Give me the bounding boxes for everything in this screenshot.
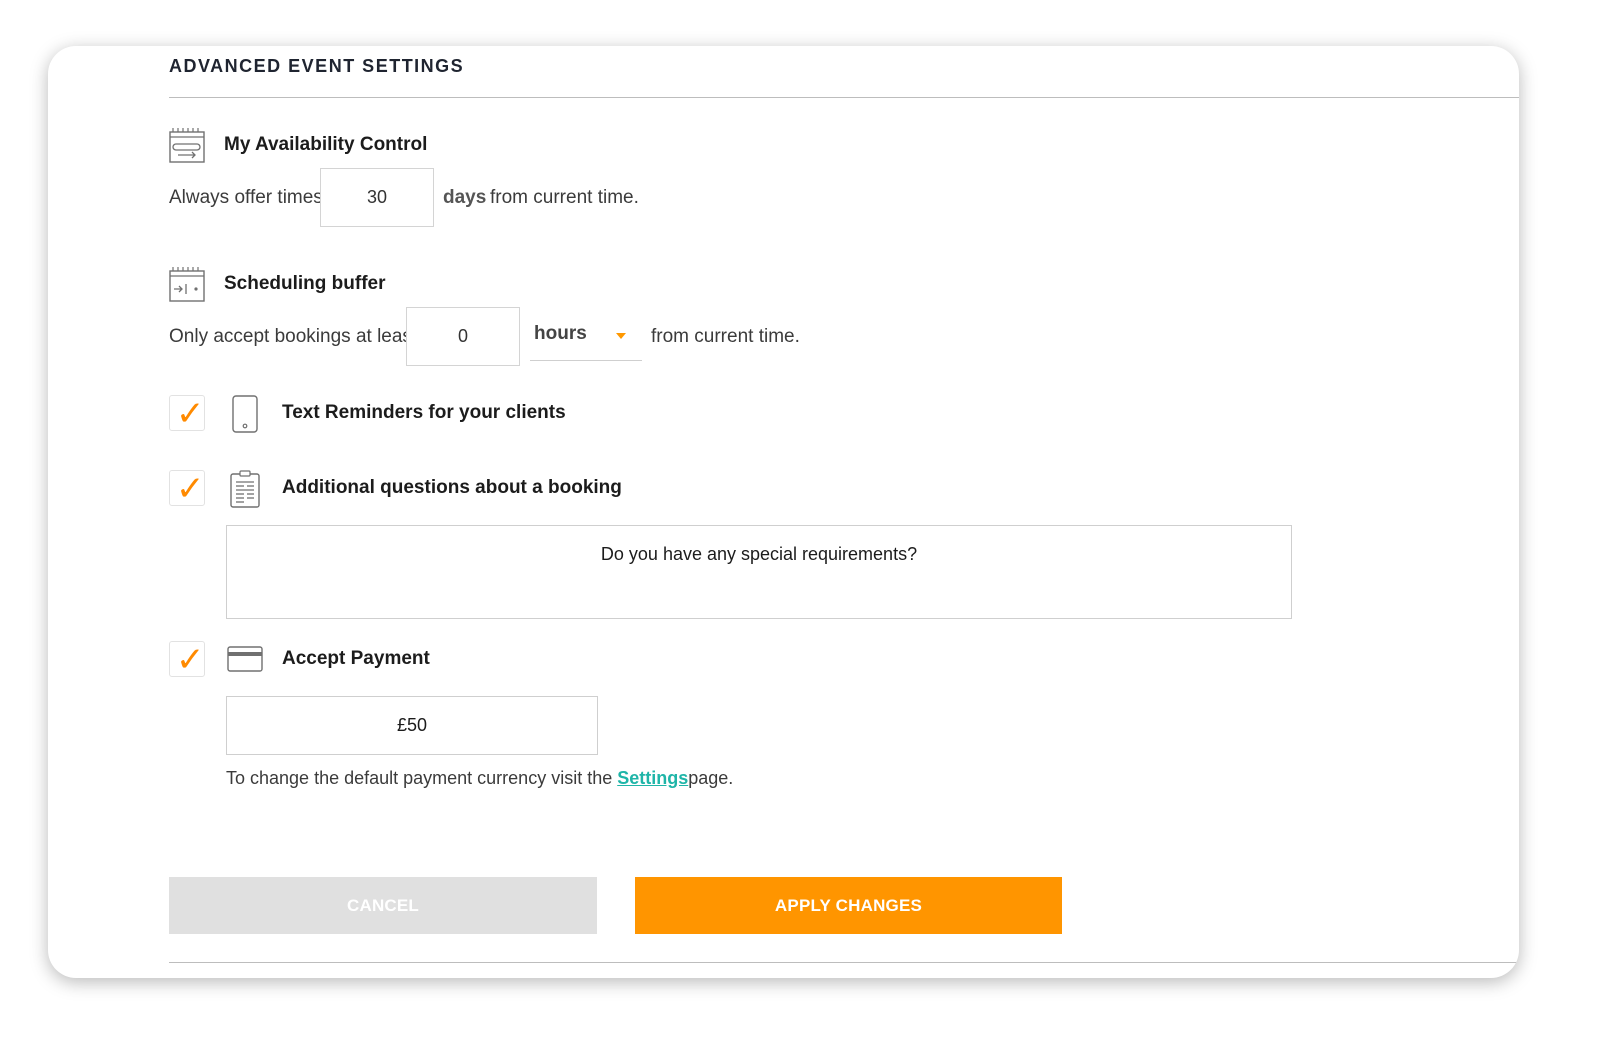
availability-days-input[interactable]	[320, 168, 434, 227]
checkmark-icon: ✓	[176, 394, 205, 434]
credit-card-icon	[227, 646, 263, 677]
payment-amount-value: £50	[396, 715, 428, 735]
accept-payment-checkbox[interactable]: ✓	[169, 640, 205, 680]
calendar-range-icon	[169, 126, 205, 169]
availability-heading: My Availability Control	[224, 134, 428, 155]
apply-changes-button[interactable]: APPLY CHANGES	[635, 877, 1062, 934]
additional-questions-checkbox[interactable]: ✓	[169, 469, 205, 509]
clipboard-icon	[230, 470, 260, 513]
buffer-heading: Scheduling buffer	[224, 273, 386, 294]
settings-link[interactable]: Settings	[617, 768, 688, 788]
text-reminders-checkbox[interactable]: ✓	[169, 394, 205, 434]
payment-amount-input[interactable]: £50	[226, 696, 598, 755]
calendar-buffer-icon	[169, 265, 205, 308]
divider-top	[169, 97, 1519, 98]
additional-questions-label: Additional questions about a booking	[282, 477, 622, 498]
checkmark-icon: ✓	[176, 469, 205, 509]
cancel-button[interactable]: CANCEL	[169, 877, 597, 934]
payment-note-suffix: page.	[688, 768, 734, 788]
caret-down-icon	[616, 333, 626, 339]
payment-currency-note: To change the default payment currency v…	[226, 768, 733, 789]
phone-icon	[232, 395, 258, 438]
buffer-unit-value: hours	[534, 323, 587, 344]
availability-suffix: from current time.	[490, 187, 639, 208]
advanced-settings-card: ADVANCED EVENT SETTINGS My Availability …	[48, 46, 1519, 978]
divider-bottom	[169, 962, 1519, 963]
question-text: Do you have any special requirements?	[600, 544, 918, 564]
section-title: ADVANCED EVENT SETTINGS	[169, 56, 465, 76]
checkmark-icon: ✓	[176, 640, 205, 680]
buffer-unit-select[interactable]: hours	[530, 308, 642, 361]
availability-unit: days	[443, 187, 487, 208]
buffer-suffix: from current time.	[651, 326, 800, 347]
buffer-amount-input[interactable]	[406, 307, 520, 366]
availability-prefix: Always offer times	[169, 187, 323, 208]
payment-note-prefix: To change the default payment currency v…	[226, 768, 613, 788]
accept-payment-label: Accept Payment	[282, 648, 430, 669]
text-reminders-label: Text Reminders for your clients	[282, 402, 566, 423]
question-textarea[interactable]: Do you have any special requirements?	[226, 525, 1292, 619]
buffer-prefix: Only accept bookings at least	[169, 326, 418, 347]
